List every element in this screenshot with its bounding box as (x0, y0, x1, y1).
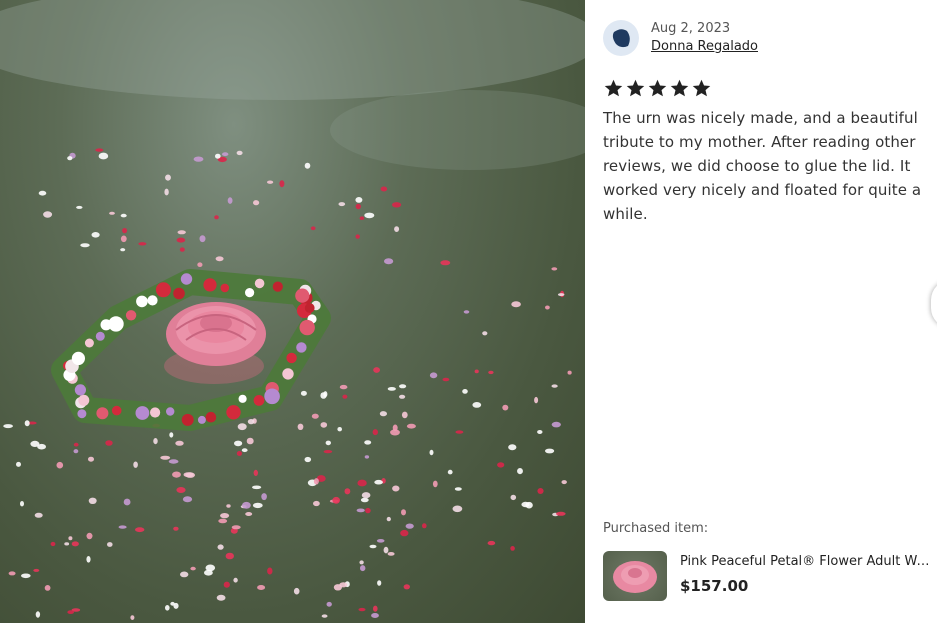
review-panel: Aug 2, 2023 Donna Regalado The urn was n… (585, 0, 937, 623)
star-icon (626, 79, 645, 97)
product-title-link[interactable]: Pink Peaceful Petal® Flower Adult Water … (680, 554, 937, 569)
star-icon (648, 79, 667, 97)
review-photo[interactable] (0, 0, 585, 623)
purchased-item-label: Purchased item: (603, 521, 709, 536)
product-thumbnail[interactable] (603, 551, 667, 601)
avatar[interactable] (603, 20, 639, 56)
product-price: $157.00 (680, 577, 749, 595)
rose-urn-icon (164, 302, 266, 384)
star-icon (604, 79, 623, 97)
star-icon (670, 79, 689, 97)
rose-thumbnail-icon (613, 561, 657, 593)
star-icon (692, 79, 711, 97)
review-date: Aug 2, 2023 (651, 21, 731, 36)
star-rating (603, 78, 712, 99)
review-text: The urn was nicely made, and a beautiful… (603, 109, 922, 223)
user-avatar-icon (612, 29, 630, 48)
photo-scene (0, 0, 585, 620)
reviewer-name-link[interactable]: Donna Regalado (651, 39, 758, 54)
